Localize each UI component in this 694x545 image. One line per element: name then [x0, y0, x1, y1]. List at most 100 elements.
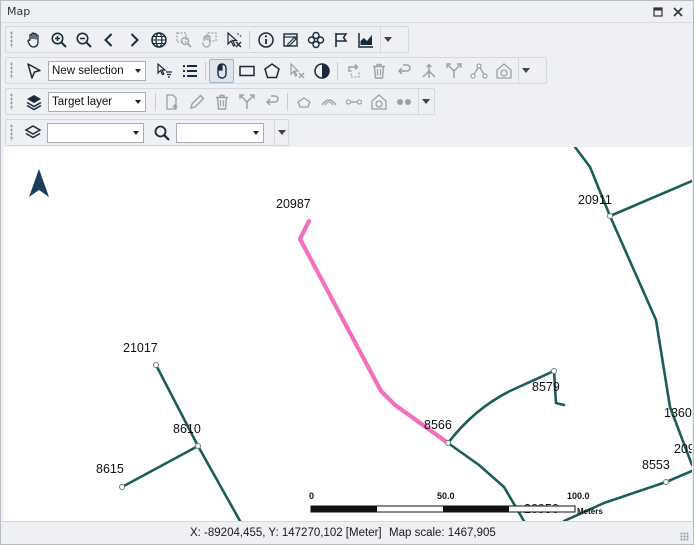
layers-button[interactable]: [21, 90, 46, 114]
map-label: 8579: [532, 380, 560, 394]
toolbar-overflow-button[interactable]: [518, 58, 532, 83]
node-8610[interactable]: [195, 443, 201, 449]
toolbar-overflow-button[interactable]: [274, 120, 288, 145]
target-layer-select[interactable]: Target layer: [48, 91, 146, 112]
mouse-select-icon: [216, 62, 227, 79]
mouse-select-button[interactable]: [209, 58, 234, 83]
map-drawing[interactable]: 20987 20911 21017 8610 8615 8579 8566 13…: [4, 147, 692, 521]
camera-icon: [370, 93, 387, 110]
edit-form-button[interactable]: [278, 28, 303, 52]
zoom-to-selection-button[interactable]: [171, 28, 196, 52]
merge-icon: [238, 93, 255, 109]
globe-icon: [150, 31, 167, 48]
resize-grip[interactable]: [680, 532, 689, 541]
toolbar-grip[interactable]: [10, 124, 13, 141]
split-button[interactable]: [416, 59, 441, 83]
chart-button[interactable]: [353, 28, 378, 52]
restore-icon: [653, 7, 663, 17]
toolbar-grip[interactable]: [10, 93, 13, 110]
pan-button[interactable]: [21, 28, 46, 52]
map-scale-readout: Map scale: 1467,905: [389, 527, 496, 539]
line-tool-button[interactable]: [341, 90, 366, 114]
node-20911[interactable]: [607, 213, 613, 219]
layer-select[interactable]: [47, 122, 144, 143]
back-button[interactable]: [96, 28, 121, 52]
points-tool-button[interactable]: [391, 90, 416, 114]
merge-button[interactable]: [234, 90, 259, 114]
rectangle-select-button[interactable]: [234, 59, 259, 83]
select-button[interactable]: [21, 59, 46, 83]
delete-feature-button[interactable]: [209, 90, 234, 114]
arc-tool-button[interactable]: [316, 90, 341, 114]
select-arrow-icon: [26, 62, 41, 79]
clear-selection-icon: [226, 31, 241, 47]
revert-button[interactable]: [259, 90, 284, 114]
node-8579[interactable]: [551, 368, 557, 374]
clear-selection-button[interactable]: [221, 28, 246, 52]
chevron-down-icon: [277, 130, 286, 135]
pipe-main-right[interactable]: [608, 214, 692, 467]
list-icon: [182, 64, 197, 77]
camera-tool-button[interactable]: [366, 90, 391, 114]
pan-to-selection-button[interactable]: [196, 28, 221, 52]
node-8553[interactable]: [663, 479, 669, 485]
flag-button[interactable]: [328, 28, 353, 52]
editing-toolbar: Target layer: [5, 88, 435, 115]
rotate-button[interactable]: [341, 59, 366, 83]
selection-list-button[interactable]: [177, 59, 202, 83]
toolbar-overflow-button[interactable]: [380, 27, 394, 52]
close-button[interactable]: [670, 4, 686, 20]
map-canvas[interactable]: 20987 20911 21017 8610 8615 8579 8566 13…: [4, 147, 692, 521]
polygon-select-button[interactable]: [259, 59, 284, 83]
snapshot-button[interactable]: [491, 59, 516, 83]
full-extent-button[interactable]: [146, 28, 171, 52]
selected-pipe-20987[interactable]: [297, 218, 451, 446]
pipe-8615[interactable]: [120, 444, 200, 489]
branch-button[interactable]: [441, 59, 466, 83]
invert-selection-button[interactable]: [309, 59, 334, 83]
polygon-shape-icon: [296, 96, 311, 108]
map-label: 8615: [96, 462, 124, 476]
toolbar-grip[interactable]: [10, 62, 13, 79]
chevron-down-icon: [253, 130, 260, 135]
toolbar-grip[interactable]: [10, 31, 13, 48]
vertices-button[interactable]: [466, 59, 491, 83]
delete-icon: [372, 63, 385, 79]
undo-button[interactable]: [391, 59, 416, 83]
new-feature-button[interactable]: [159, 90, 184, 114]
chevron-down-icon: [135, 68, 141, 73]
scale-bar: 0 50.0 100.0 Meters: [309, 491, 603, 516]
search-select[interactable]: [176, 122, 265, 143]
status-bar: X: -89204,455, Y: 147270,102 [Meter] Map…: [1, 521, 693, 544]
delete-button[interactable]: [366, 59, 391, 83]
toolbar-separator: [155, 92, 156, 111]
pipe-20911-branch[interactable]: [608, 179, 692, 218]
polygon-tool-button[interactable]: [291, 90, 316, 114]
zoom-out-icon: [76, 32, 92, 48]
node-8615[interactable]: [119, 484, 125, 490]
filter-selection-button[interactable]: [152, 59, 177, 83]
edit-feature-button[interactable]: [184, 90, 209, 114]
chart-icon: [357, 32, 373, 48]
forward-button[interactable]: [121, 28, 146, 52]
feature-tool-icon: [307, 31, 324, 48]
restore-button[interactable]: [650, 4, 666, 20]
toolbar-overflow-button[interactable]: [418, 89, 432, 114]
map-label: 8553: [642, 458, 670, 472]
feature-tool-button[interactable]: [303, 28, 328, 52]
deselect-button[interactable]: [284, 59, 309, 83]
coordinates-readout: X: -89204,455, Y: 147270,102 [Meter]: [190, 527, 382, 539]
layer-list-button[interactable]: [21, 121, 46, 145]
zoom-out-button[interactable]: [71, 28, 96, 52]
zoom-in-button[interactable]: [46, 28, 71, 52]
close-icon: [673, 7, 683, 17]
chevron-down-icon: [421, 99, 430, 104]
node-8566[interactable]: [445, 440, 451, 446]
node-21017[interactable]: [153, 362, 159, 368]
info-button[interactable]: [253, 28, 278, 52]
info-icon: [257, 31, 274, 48]
search-button[interactable]: [150, 121, 175, 145]
selection-mode-select[interactable]: New selection: [48, 60, 146, 81]
map-label: 20987: [276, 197, 311, 211]
pencil-icon: [189, 94, 204, 109]
